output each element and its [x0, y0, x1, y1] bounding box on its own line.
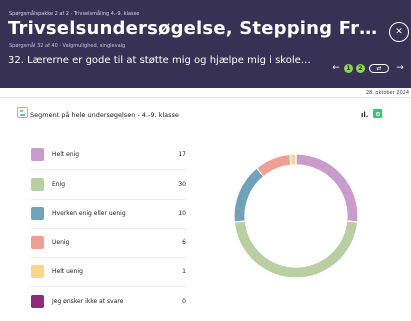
legend-row: Helt enig 17 [31, 148, 186, 163]
arrow-left-icon: ← [332, 63, 340, 73]
legend-swatch [31, 295, 44, 308]
segment-icon[interactable] [17, 107, 28, 118]
legend-swatch [31, 265, 44, 278]
legend-row: Helt uenig 1 [31, 265, 186, 280]
report-date: 28. oktober 2024 [365, 90, 409, 96]
segment-label: Segment på hele undersøgelsen - 4.-9. kl… [30, 111, 179, 119]
donut-mini-icon [375, 111, 380, 116]
legend-label: Uenig [52, 239, 70, 246]
nav-dot-2[interactable]: 2 [356, 63, 365, 73]
nav-dot-1-label: 1 [344, 63, 353, 73]
legend-value: 1 [182, 268, 186, 275]
page-title: Trivselsundersøgelse, Stepping Fr… [8, 18, 378, 39]
question-header: Spørgsmålspakke 2 af 2 · Trivselsmåling … [0, 0, 411, 88]
next-question-button[interactable]: → [395, 63, 405, 73]
legend-swatch [31, 207, 44, 220]
legend-divider [31, 199, 186, 200]
legend-value: 0 [182, 298, 186, 305]
legend-divider [31, 169, 186, 170]
swap-toggle[interactable]: ⇄ [369, 63, 389, 73]
legend-divider [31, 286, 186, 287]
donut-slice [233, 167, 265, 223]
nav-dot-1[interactable]: 1 [344, 63, 353, 73]
legend-value: 30 [178, 181, 186, 188]
legend-row: Jeg ønsker ikke at svare 0 [31, 295, 186, 310]
close-button[interactable]: ✕ [389, 22, 409, 42]
swap-icon: ⇄ [369, 63, 389, 73]
legend-value: 10 [178, 210, 186, 217]
question-meta: Spørgsmål 32 af 40 · Valgmulighed, singl… [9, 43, 126, 49]
segment-icon-bar-b [20, 114, 25, 116]
arrow-right-icon: → [396, 63, 404, 73]
legend-swatch [31, 148, 44, 161]
legend-divider [31, 257, 186, 258]
bar-chart-icon[interactable]: ıl. [361, 111, 368, 119]
prev-question-button[interactable]: ← [331, 63, 341, 73]
legend-label: Helt uenig [52, 268, 83, 275]
legend-row: Hverken enig eller uenig 10 [31, 207, 186, 222]
donut-slice [255, 153, 292, 178]
legend-value: 17 [178, 151, 186, 158]
donut-chart [233, 153, 359, 279]
legend-swatch [31, 178, 44, 191]
legend-label: Enig [52, 181, 66, 188]
legend-label: Jeg ønsker ikke at svare [52, 298, 124, 305]
legend-divider [31, 228, 186, 229]
donut-slice [233, 220, 359, 279]
segment-icon-bar-a [20, 110, 23, 112]
close-icon: ✕ [395, 27, 403, 37]
legend-value: 6 [182, 239, 186, 246]
legend-swatch [31, 236, 44, 249]
donut-slice [289, 153, 297, 166]
legend-row: Uenig 6 [31, 236, 186, 251]
legend-label: Helt enig [52, 151, 80, 158]
nav-dot-2-label: 2 [356, 63, 365, 73]
donut-view-button[interactable] [373, 109, 382, 118]
donut-slice [295, 153, 359, 223]
legend-row: Enig 30 [31, 178, 186, 193]
legend-label: Hverken enig eller uenig [52, 210, 126, 217]
breadcrumb: Spørgsmålspakke 2 af 2 · Trivselsmåling … [9, 11, 140, 17]
question-text: 32. Lærerne er gode til at støtte mig og… [8, 55, 311, 66]
